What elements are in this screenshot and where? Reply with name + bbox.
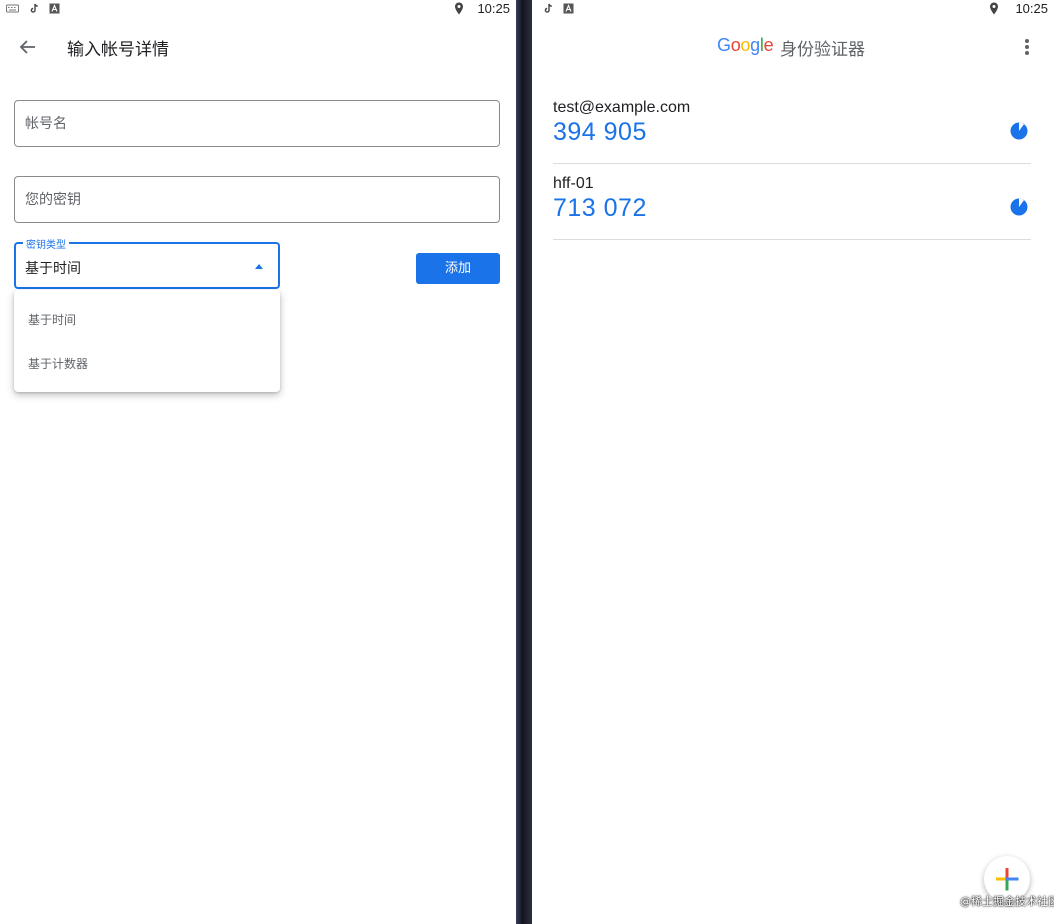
location-icon: [990, 2, 998, 15]
dropdown-option-time-based[interactable]: 基于时间: [14, 298, 280, 342]
app-header: Google 身份验证器: [532, 28, 1054, 66]
otp-code[interactable]: 394 905: [553, 118, 647, 147]
dropdown-arrow-icon[interactable]: [255, 264, 263, 269]
status-time: 10:25: [1015, 1, 1048, 16]
tiktok-icon: [30, 3, 38, 13]
account-name-input[interactable]: [25, 101, 485, 146]
account-name-field[interactable]: [14, 100, 500, 147]
back-arrow-icon[interactable]: [16, 35, 40, 59]
google-logo: Google: [717, 35, 774, 55]
location-icon: [455, 2, 463, 15]
status-time: 10:25: [477, 1, 510, 16]
status-bar: 10:25: [532, 0, 1054, 18]
key-type-dropdown-menu: 基于时间 基于计数器: [14, 290, 280, 392]
app-bar: 输入帐号详情: [0, 28, 516, 66]
timer-pie-icon: [1010, 198, 1028, 216]
authenticator-home-screen: 10:25 Google 身份验证器 test@example.com 394 …: [532, 0, 1054, 924]
tiktok-icon: [544, 3, 552, 13]
timer-pie-icon: [1010, 122, 1028, 140]
add-account-screen: 10:25 输入帐号详情 密钥类型 基于时间 添加 基于时间 基于计数器: [0, 0, 516, 924]
watermark: @稀土掘金技术社区: [960, 895, 1054, 908]
device-divider: [516, 0, 532, 924]
a-box-icon: [49, 3, 60, 14]
otp-code[interactable]: 713 072: [553, 194, 647, 223]
dropdown-option-counter-based[interactable]: 基于计数器: [14, 342, 280, 386]
app-title: 身份验证器: [780, 40, 865, 60]
key-type-label: 密钥类型: [23, 236, 69, 251]
key-type-select[interactable]: 密钥类型 基于时间: [14, 236, 280, 289]
a-box-icon: [563, 3, 574, 14]
account-name: test@example.com: [553, 99, 691, 116]
status-bar: 10:25: [0, 0, 516, 18]
secret-key-field[interactable]: [14, 176, 500, 223]
page-title: 输入帐号详情: [67, 40, 169, 60]
account-list-item[interactable]: test@example.com 394 905: [553, 88, 1031, 164]
keyboard-icon: [6, 4, 19, 13]
add-button[interactable]: 添加: [416, 253, 500, 284]
secret-key-input[interactable]: [25, 177, 485, 222]
key-type-value: 基于时间: [25, 261, 81, 277]
more-vert-icon[interactable]: [1024, 39, 1030, 57]
account-list-item[interactable]: hff-01 713 072: [553, 164, 1031, 240]
account-name: hff-01: [553, 175, 594, 192]
